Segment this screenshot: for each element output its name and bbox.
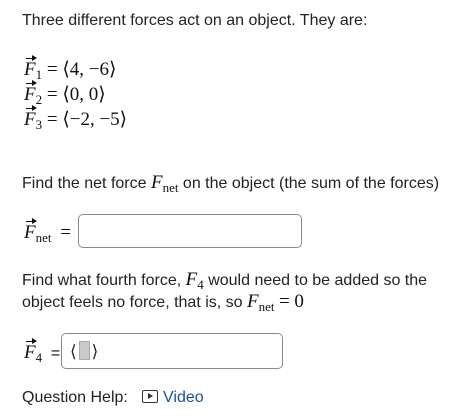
fourth-force-symbol-sub: 4 bbox=[197, 277, 204, 292]
force-3-value: = ⟨−2, −5⟩ bbox=[46, 109, 128, 130]
force-2-symbol: F bbox=[24, 80, 37, 105]
force-2-value: = ⟨0, 0⟩ bbox=[46, 84, 106, 105]
net-force-prompt-text: Find the net force bbox=[22, 175, 147, 192]
vector-entry: ⟨ ⟩ bbox=[70, 341, 98, 363]
net-force-answer-label: Fnet = bbox=[24, 218, 71, 249]
force-1: F1 = ⟨4, −6⟩ bbox=[24, 55, 117, 86]
fourth-force-equals: = bbox=[50, 345, 61, 362]
net-force-equals: = bbox=[60, 222, 71, 243]
net-force-symbol-letter: F bbox=[150, 172, 163, 193]
fourth-force-symbol: F4 bbox=[185, 269, 204, 293]
fourth-force-prompt-text: Find what fourth force, bbox=[22, 272, 182, 289]
question-intro: Three different forces act on an object.… bbox=[22, 12, 368, 29]
net-zero-symbol-letter: F bbox=[247, 291, 259, 312]
fourth-force-answer-symbol: F bbox=[24, 338, 37, 363]
net-force-answer-sub: net bbox=[35, 230, 52, 245]
fourth-force-prompt-line2: object feels no force, that is, so Fnet … bbox=[22, 292, 304, 317]
net-force-symbol: Fnet bbox=[150, 172, 179, 196]
net-zero-equation: = 0 bbox=[278, 291, 304, 312]
net-zero-symbol-sub: net bbox=[258, 299, 275, 314]
fourth-force-prompt-tail: would need to be added so the bbox=[208, 272, 428, 289]
net-force-input[interactable] bbox=[78, 214, 302, 248]
force-3: F3 = ⟨−2, −5⟩ bbox=[24, 105, 128, 136]
video-help-link[interactable]: Video bbox=[142, 388, 204, 408]
fourth-force-input[interactable]: ⟨ ⟩ bbox=[61, 333, 283, 369]
vector-close-bracket: ⟩ bbox=[91, 342, 99, 361]
vector-component-slot[interactable] bbox=[78, 341, 90, 360]
question-help: Question Help: bbox=[22, 388, 128, 408]
fourth-force-answer-label: F4 = bbox=[24, 338, 61, 369]
net-force-symbol-sub: net bbox=[162, 180, 179, 195]
force-3-symbol: F bbox=[24, 105, 37, 130]
force-1-value: = ⟨4, −6⟩ bbox=[46, 59, 117, 80]
question-help-label: Question Help: bbox=[22, 389, 128, 406]
net-force-prompt: Find the net force Fnet on the object (t… bbox=[22, 173, 439, 198]
net-force-answer-symbol: F bbox=[24, 218, 37, 243]
force-1-symbol: F bbox=[24, 55, 37, 80]
vector-open-bracket: ⟨ bbox=[70, 342, 77, 361]
fourth-force-prompt-text2: object feels no force, that is, so bbox=[22, 294, 243, 311]
net-force-prompt-tail: on the object (the sum of the forces) bbox=[182, 175, 440, 192]
play-video-icon bbox=[142, 390, 158, 403]
fourth-force-answer-sub: 4 bbox=[35, 350, 43, 365]
force-3-subscript: 3 bbox=[35, 117, 43, 132]
fourth-force-symbol-letter: F bbox=[185, 269, 198, 290]
video-help-link-label: Video bbox=[163, 389, 204, 406]
net-zero-symbol: Fnet bbox=[247, 291, 275, 315]
